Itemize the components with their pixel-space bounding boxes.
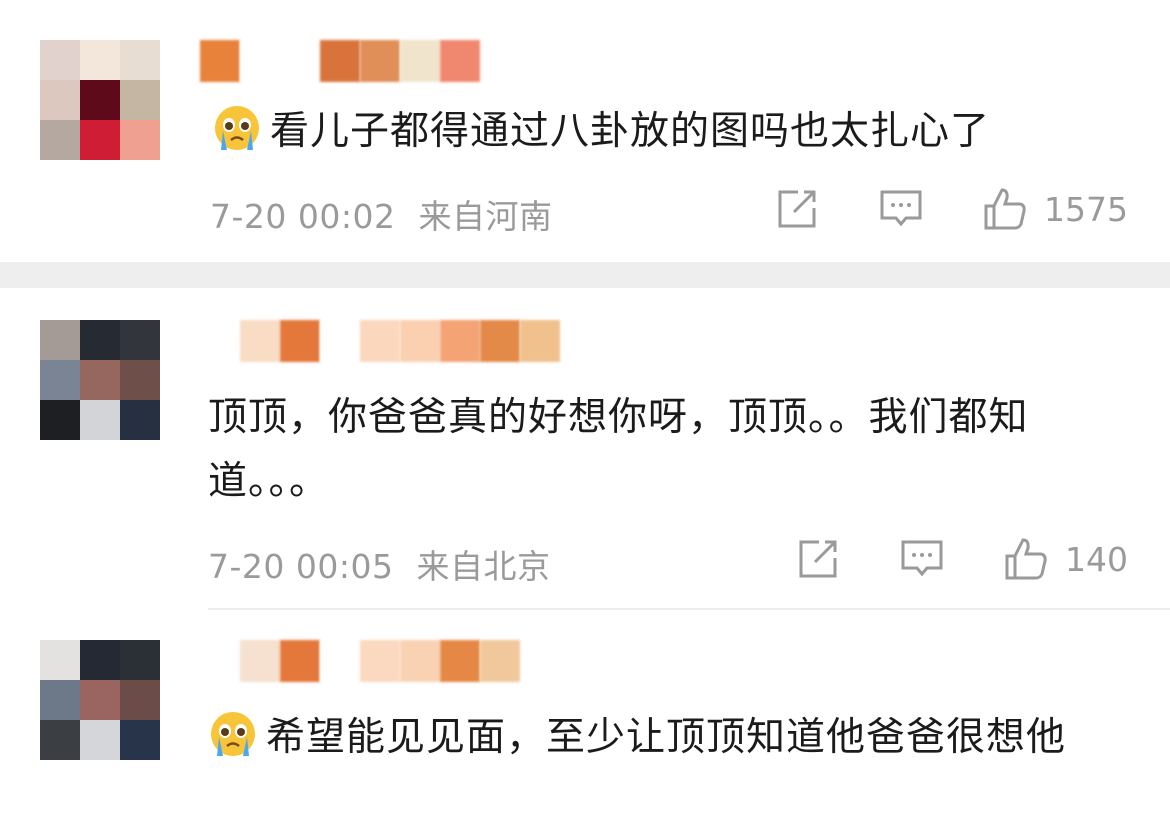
avatar-pixel	[40, 720, 80, 760]
username-mosaic-block	[280, 320, 320, 362]
avatar-pixel	[120, 680, 160, 720]
username-mosaic-block	[360, 320, 400, 362]
like-icon[interactable]	[1003, 536, 1049, 582]
username-mosaic-block	[400, 640, 440, 682]
avatar-pixel	[120, 360, 160, 400]
avatar[interactable]	[40, 40, 160, 160]
avatar-pixel	[80, 40, 120, 80]
username-mosaic-block	[480, 640, 520, 682]
location: 来自河南	[418, 197, 553, 236]
username-mosaic-block	[400, 40, 440, 82]
avatar-pixel	[40, 40, 80, 80]
username-mosaic-block	[360, 640, 400, 682]
avatar-pixel	[120, 320, 160, 360]
comment-text: 顶顶，你爸爸真的好想你呀，顶顶。。我们都知道。。。	[208, 386, 1138, 514]
username-mosaic-block	[280, 40, 320, 82]
avatar-pixel	[80, 80, 120, 120]
username-redacted[interactable]	[200, 40, 480, 82]
comment-icon[interactable]	[899, 536, 945, 582]
comment-text-content: 希望能见见面，至少让顶顶知道他爸爸很想他	[266, 715, 1067, 760]
timestamp: 7-20 00:02	[210, 197, 396, 236]
username-redacted[interactable]	[240, 640, 520, 682]
avatar[interactable]	[40, 640, 160, 760]
username-mosaic-block	[520, 320, 560, 362]
comment-meta: 7-20 00:02 来自河南	[210, 190, 553, 238]
avatar-pixel	[80, 640, 120, 680]
username-mosaic-block	[320, 40, 360, 82]
username-mosaic-block	[440, 320, 480, 362]
avatar-pixel	[80, 720, 120, 760]
avatar-pixel	[80, 360, 120, 400]
like-count: 1575	[1044, 189, 1128, 229]
avatar-pixel	[120, 40, 160, 80]
username-mosaic-block	[280, 640, 320, 682]
crying-face-icon	[215, 106, 259, 150]
avatar-pixel	[120, 640, 160, 680]
avatar-pixel	[80, 120, 120, 160]
like-icon[interactable]	[982, 186, 1028, 232]
share-icon[interactable]	[795, 536, 841, 582]
avatar-pixel	[40, 400, 80, 440]
comment-text: 希望能见见面，至少让顶顶知道他爸爸很想他	[208, 706, 1138, 770]
username-mosaic-block	[400, 320, 440, 362]
avatar-pixel	[40, 320, 80, 360]
avatar-pixel	[80, 400, 120, 440]
avatar-pixel	[80, 320, 120, 360]
divider	[208, 608, 1170, 610]
avatar-pixel	[40, 360, 80, 400]
avatar-pixel	[120, 400, 160, 440]
section-separator	[0, 262, 1170, 288]
avatar-pixel	[120, 80, 160, 120]
username-mosaic-block	[440, 640, 480, 682]
comment-meta: 7-20 00:05 来自北京	[208, 540, 551, 588]
username-mosaic-block	[320, 320, 360, 362]
comment-text-content: 顶顶，你爸爸真的好想你呀，顶顶。。我们都知道。。。	[208, 395, 1029, 504]
username-mosaic-block	[360, 40, 400, 82]
share-icon[interactable]	[774, 186, 820, 232]
avatar-pixel	[120, 720, 160, 760]
username-mosaic-block	[480, 320, 520, 362]
comment-text: 看儿子都得通过八卦放的图吗也太扎心了	[212, 100, 1132, 164]
avatar[interactable]	[40, 320, 160, 440]
username-mosaic-block	[240, 40, 280, 82]
username-mosaic-block	[240, 640, 280, 682]
avatar-pixel	[40, 680, 80, 720]
avatar-pixel	[80, 680, 120, 720]
username-mosaic-block	[440, 40, 480, 82]
avatar-pixel	[40, 120, 80, 160]
avatar-pixel	[40, 80, 80, 120]
username-redacted[interactable]	[240, 320, 560, 362]
username-mosaic-block	[320, 640, 360, 682]
comment-icon[interactable]	[878, 186, 924, 232]
comment-actions: 1575	[774, 186, 1128, 232]
username-mosaic-block	[200, 40, 240, 82]
like-count: 140	[1065, 539, 1128, 579]
avatar-pixel	[120, 120, 160, 160]
avatar-pixel	[40, 640, 80, 680]
comment-actions: 140	[795, 536, 1128, 582]
comment-text-content: 看儿子都得通过八卦放的图吗也太扎心了	[270, 109, 991, 154]
crying-face-icon	[211, 712, 255, 756]
timestamp: 7-20 00:05	[208, 547, 394, 586]
location: 来自北京	[416, 547, 551, 586]
username-mosaic-block	[240, 320, 280, 362]
